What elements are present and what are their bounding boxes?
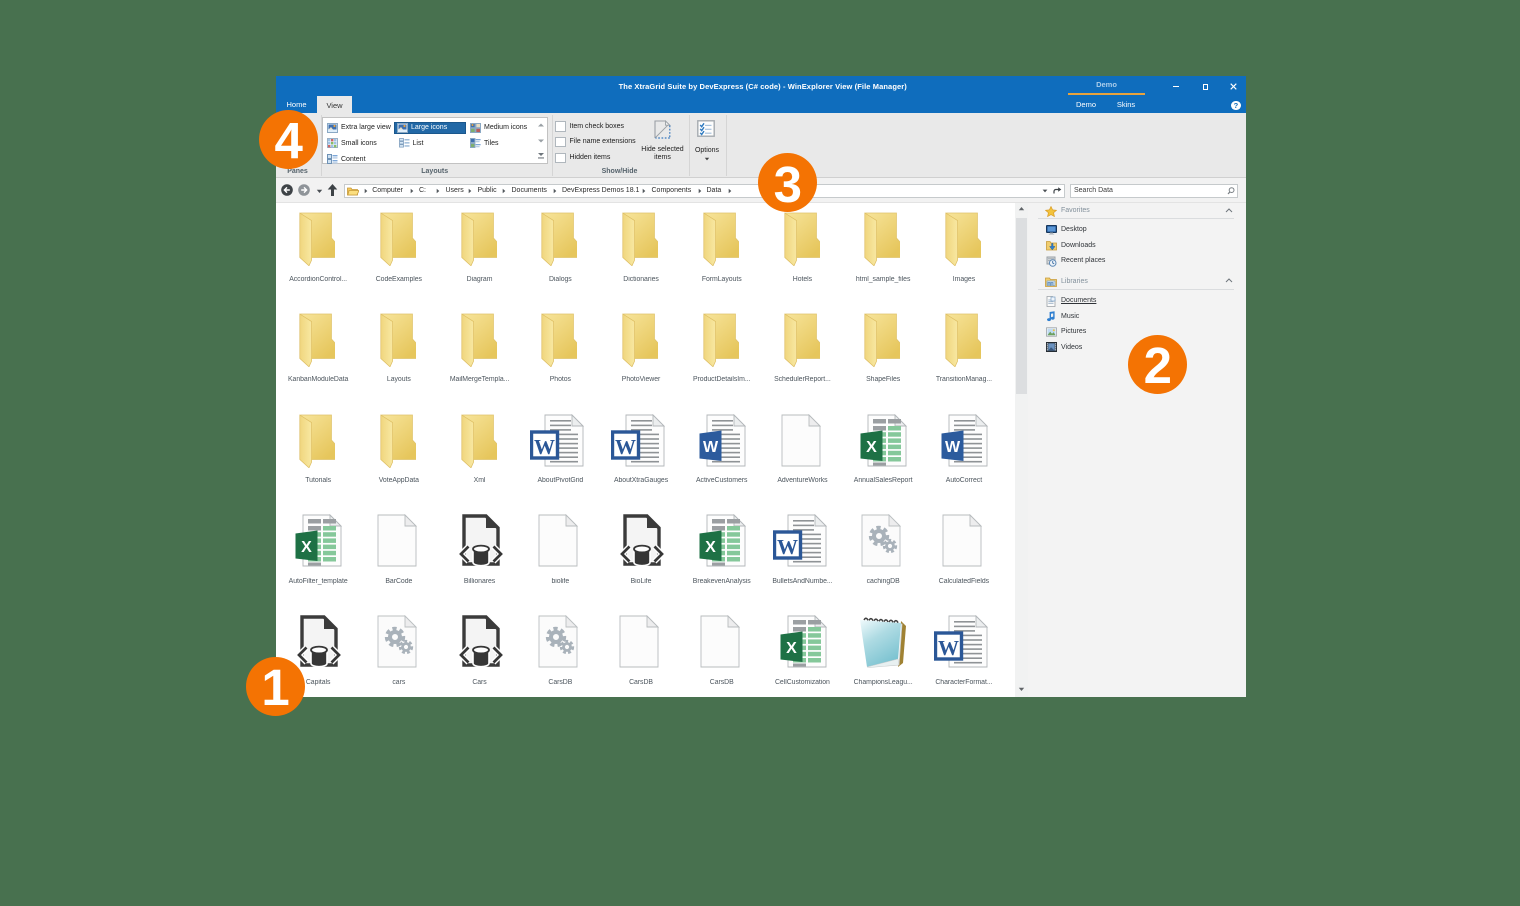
svg-text:W: W — [615, 435, 636, 459]
svg-text:W: W — [534, 435, 555, 459]
svg-text:W: W — [938, 636, 959, 660]
svg-text:X: X — [705, 539, 716, 556]
svg-text:X: X — [786, 640, 797, 657]
svg-text:W: W — [945, 439, 961, 456]
svg-text:X: X — [301, 539, 312, 556]
svg-text:W: W — [777, 535, 798, 559]
svg-text:X: X — [866, 439, 877, 456]
svg-text:W: W — [703, 439, 719, 456]
